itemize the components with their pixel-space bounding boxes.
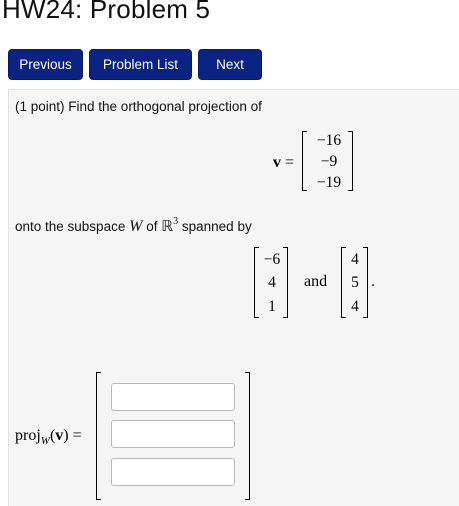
- next-button[interactable]: Next: [198, 49, 262, 80]
- problem-prompt: (1 point) Find the orthogonal projection…: [15, 99, 262, 114]
- basis1-entry-1: −6: [263, 251, 281, 268]
- previous-button[interactable]: Previous: [8, 49, 83, 80]
- v-entry-2: −9: [320, 153, 338, 170]
- basis2-entry-3: 4: [351, 298, 359, 315]
- subspace-symbol: W: [129, 218, 143, 235]
- proj-text: proj: [15, 427, 41, 444]
- onto-text: onto the subspace: [15, 219, 126, 234]
- proj-close-paren: ): [63, 427, 69, 444]
- proj-label: projW(v) =: [15, 427, 82, 447]
- of-text: of: [146, 219, 158, 234]
- real-space-symbol: ℝ: [161, 219, 174, 235]
- problem-panel: (1 point) Find the orthogonal projection…: [8, 89, 459, 506]
- basis1-entry-3: 1: [268, 298, 276, 315]
- answer-input-1[interactable]: [111, 383, 235, 411]
- page-title: HW24: Problem 5: [2, 0, 211, 24]
- proj-equals: =: [72, 427, 82, 444]
- spanned-by-text: spanned by: [181, 219, 252, 234]
- v-entry-3: −19: [316, 174, 342, 191]
- basis2-entry-2: 5: [351, 274, 359, 291]
- problem-list-button[interactable]: Problem List: [89, 49, 192, 80]
- and-text: and: [304, 273, 328, 290]
- answer-input-2[interactable]: [111, 420, 235, 448]
- v-entry-1: −16: [316, 132, 342, 149]
- basis2-entry-1: 4: [351, 251, 359, 268]
- real-space-exponent: 3: [173, 215, 179, 227]
- period: .: [371, 273, 375, 290]
- answer-input-3[interactable]: [111, 458, 235, 486]
- answer-right-bracket: [245, 372, 250, 500]
- basis1-entry-2: 4: [268, 274, 276, 291]
- proj-subscript: W: [40, 435, 50, 448]
- v-equals: =: [285, 154, 295, 171]
- v-label: v: [273, 154, 281, 171]
- answer-left-bracket: [96, 372, 101, 500]
- subspace-sentence: onto the subspace W of ℝ3 spanned by: [15, 215, 252, 236]
